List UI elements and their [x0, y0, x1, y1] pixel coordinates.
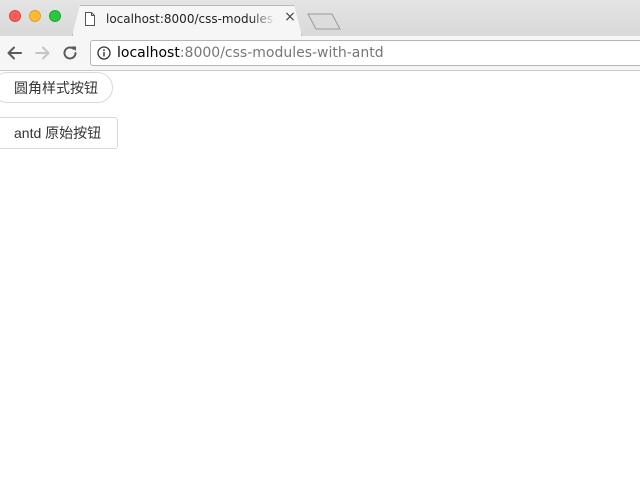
- url-host: localhost: [117, 45, 180, 61]
- tab-title: localhost:8000/css-modules-with-antd: [106, 12, 276, 26]
- url-path: :8000/css-modules-with-antd: [179, 45, 384, 61]
- window-close-button[interactable]: [9, 10, 21, 22]
- info-icon[interactable]: [97, 46, 111, 60]
- browser-toolbar: localhost:8000/css-modules-with-antd: [0, 36, 640, 71]
- browser-titlebar: localhost:8000/css-modules-with-antd ×: [0, 0, 640, 36]
- forward-arrow-icon[interactable]: [33, 44, 51, 62]
- page-icon: [85, 12, 95, 26]
- window-minimize-button[interactable]: [29, 10, 41, 22]
- window-maximize-button[interactable]: [49, 10, 61, 22]
- antd-original-button-label: antd 原始按钮: [14, 125, 102, 141]
- browser-tab-content[interactable]: localhost:8000/css-modules-with-antd: [84, 9, 296, 29]
- address-bar[interactable]: localhost:8000/css-modules-with-antd: [90, 40, 640, 66]
- back-arrow-icon[interactable]: [6, 44, 24, 62]
- antd-original-button[interactable]: antd 原始按钮: [0, 117, 118, 149]
- new-tab-button[interactable]: [307, 13, 341, 30]
- tab-close-icon[interactable]: ×: [284, 10, 296, 24]
- url-text[interactable]: localhost:8000/css-modules-with-antd: [117, 45, 384, 61]
- round-style-button-label: 圆角样式按钮: [14, 79, 98, 96]
- reload-icon[interactable]: [61, 44, 79, 62]
- round-style-button[interactable]: 圆角样式按钮: [0, 72, 113, 103]
